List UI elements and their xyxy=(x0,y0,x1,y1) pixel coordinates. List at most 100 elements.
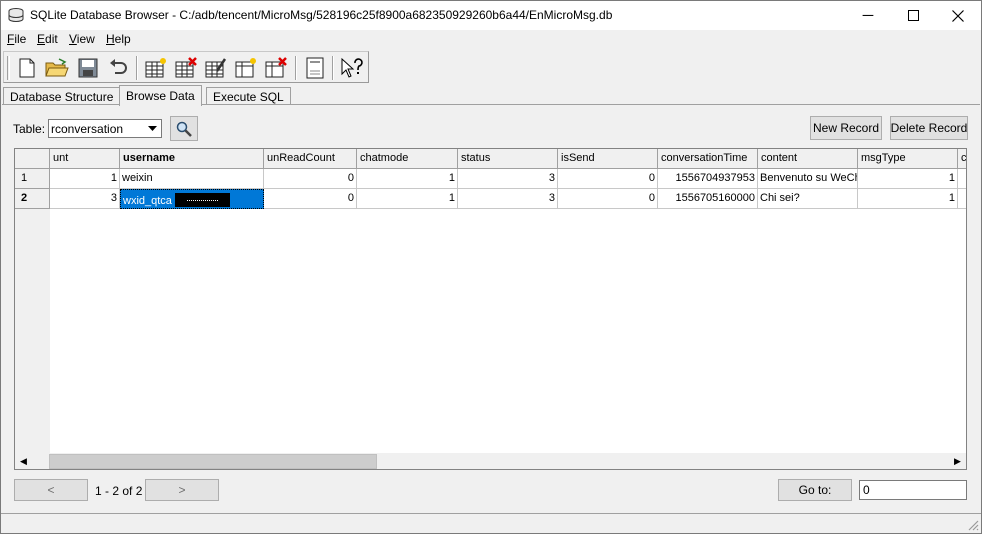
chevron-down-icon[interactable] xyxy=(145,121,160,136)
table-cell[interactable]: 1 xyxy=(50,169,120,189)
close-button[interactable] xyxy=(935,1,981,30)
column-header[interactable]: unt xyxy=(50,149,120,169)
goto-button[interactable]: Go to: xyxy=(778,479,852,501)
table-cell[interactable] xyxy=(958,189,966,209)
search-button[interactable] xyxy=(170,116,198,141)
grid-viewport xyxy=(50,169,966,453)
table-cell[interactable]: weixin xyxy=(120,169,264,189)
title-bar: SQLite Database Browser - C:/adb/tencent… xyxy=(1,1,981,30)
table-cell[interactable]: 1556704937953 xyxy=(658,169,758,189)
menu-view[interactable]: View xyxy=(69,32,95,46)
scrollbar-thumb[interactable] xyxy=(49,454,377,469)
record-range: 1 - 2 of 2 xyxy=(95,484,143,498)
toolbar-separator xyxy=(332,56,334,80)
scroll-right-icon[interactable]: ▶ xyxy=(949,453,966,469)
toolbar-separator xyxy=(295,56,297,80)
row-header[interactable]: 2 xyxy=(15,189,50,209)
open-database-button[interactable] xyxy=(44,55,70,81)
maximize-icon xyxy=(907,10,919,21)
table-cell[interactable]: 1 xyxy=(858,169,958,189)
tab-browse-data[interactable]: Browse Data xyxy=(119,85,202,106)
toolbar-separator xyxy=(136,56,138,80)
table-cell[interactable]: 3 xyxy=(50,189,120,209)
toolbar-grip[interactable] xyxy=(7,56,10,80)
goto-input[interactable]: 0 xyxy=(859,480,967,500)
menu-edit[interactable]: Edit xyxy=(37,32,58,46)
app-window: SQLite Database Browser - C:/adb/tencent… xyxy=(0,0,982,534)
column-header[interactable]: username xyxy=(120,149,264,169)
whats-this-icon xyxy=(341,57,363,78)
create-table-button[interactable] xyxy=(143,55,169,81)
new-database-icon xyxy=(19,58,35,78)
table-cell[interactable]: 1 xyxy=(858,189,958,209)
column-header[interactable]: chatmode xyxy=(357,149,458,169)
column-header[interactable]: content xyxy=(758,149,858,169)
menu-bar: File Edit View Help xyxy=(1,30,981,49)
grid-corner[interactable] xyxy=(15,149,50,169)
new-database-button[interactable] xyxy=(14,55,40,81)
database-app-icon xyxy=(8,8,24,22)
menu-help[interactable]: Help xyxy=(106,32,131,46)
menu-file[interactable]: File xyxy=(7,32,26,46)
window-title: SQLite Database Browser - C:/adb/tencent… xyxy=(30,8,613,22)
undo-icon xyxy=(110,59,127,74)
data-grid: unt username unReadCount chatmode status… xyxy=(14,148,967,470)
open-database-icon xyxy=(45,58,69,77)
save-button[interactable] xyxy=(75,55,101,81)
modify-table-button[interactable] xyxy=(203,55,229,81)
new-record-button[interactable]: New Record xyxy=(810,116,882,140)
toolbar xyxy=(3,51,369,83)
table-cell[interactable]: 3 xyxy=(458,189,558,209)
redaction-block xyxy=(174,193,230,207)
scroll-left-icon[interactable]: ◀ xyxy=(15,453,32,469)
whats-this-button[interactable] xyxy=(339,55,365,81)
maximize-button[interactable] xyxy=(890,1,936,30)
table-cell[interactable]: Benvenuto su WeCh xyxy=(758,169,858,189)
close-icon xyxy=(952,9,964,22)
next-page-button[interactable]: > xyxy=(145,479,219,501)
table-cell[interactable]: 1556705160000 xyxy=(658,189,758,209)
table-cell[interactable]: Chi sei? xyxy=(758,189,858,209)
create-table-icon xyxy=(145,58,166,78)
table-cell[interactable]: 0 xyxy=(558,169,658,189)
delete-table-icon xyxy=(175,57,197,78)
delete-index-icon xyxy=(265,57,287,78)
column-header[interactable]: conversationTime xyxy=(658,149,758,169)
table-cell[interactable]: 0 xyxy=(558,189,658,209)
table-select[interactable]: rconversation xyxy=(48,119,162,138)
table-select-value: rconversation xyxy=(51,122,124,136)
modify-table-icon xyxy=(205,58,227,78)
column-header[interactable]: status xyxy=(458,149,558,169)
table-cell[interactable]: 0 xyxy=(264,189,357,209)
column-header[interactable]: msgType xyxy=(858,149,958,169)
delete-index-button[interactable] xyxy=(263,55,289,81)
undo-button[interactable] xyxy=(105,55,131,81)
table-cell[interactable]: 1 xyxy=(357,169,458,189)
column-header[interactable]: isSend xyxy=(558,149,658,169)
table-cell-selected[interactable]: wxid_qtca xyxy=(120,189,264,209)
tab-database-structure[interactable]: Database Structure xyxy=(3,87,121,105)
column-header[interactable]: c xyxy=(958,149,966,169)
delete-table-button[interactable] xyxy=(173,55,199,81)
create-index-button[interactable] xyxy=(233,55,259,81)
table-cell[interactable]: 3 xyxy=(458,169,558,189)
minimize-button[interactable]: ─ xyxy=(845,1,891,30)
log-icon xyxy=(306,57,324,79)
table-cell[interactable] xyxy=(958,169,966,189)
table-cell[interactable]: 1 xyxy=(357,189,458,209)
save-icon xyxy=(78,58,98,78)
log-button[interactable] xyxy=(302,55,328,81)
row-header[interactable]: 1 xyxy=(15,169,50,189)
horizontal-scrollbar[interactable]: ◀ ▶ xyxy=(15,453,966,469)
status-bar xyxy=(1,513,981,533)
tab-bar: Database Structure Browse Data Execute S… xyxy=(1,85,981,106)
previous-page-button[interactable]: < xyxy=(14,479,88,501)
username-value: wxid_qtca xyxy=(123,195,172,207)
column-header[interactable]: unReadCount xyxy=(264,149,357,169)
table-label: Table: xyxy=(13,122,46,136)
table-cell[interactable]: 0 xyxy=(264,169,357,189)
tab-execute-sql[interactable]: Execute SQL xyxy=(206,87,291,105)
resize-grip-icon[interactable] xyxy=(967,519,979,531)
delete-record-button[interactable]: Delete Record xyxy=(890,116,968,140)
minimize-icon: ─ xyxy=(862,7,874,24)
